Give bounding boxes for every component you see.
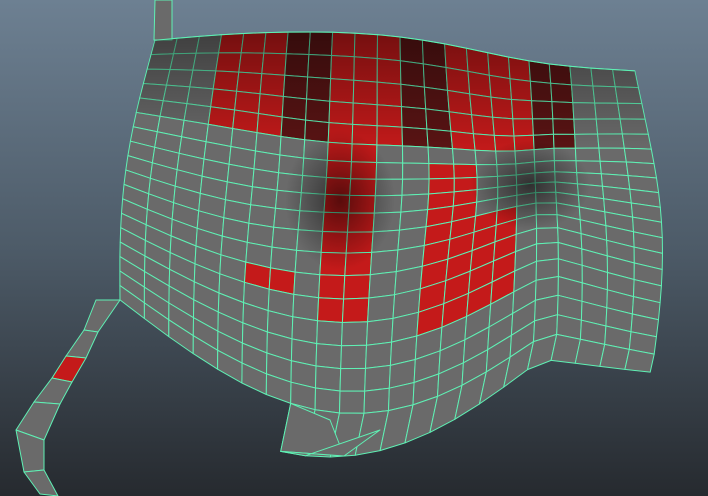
mesh-face [402, 145, 430, 164]
apron-face [574, 338, 606, 367]
mesh-border-edge [265, 31, 289, 34]
viewport-canvas[interactable] [0, 0, 708, 496]
mesh-face [293, 271, 321, 299]
mesh-face [343, 274, 371, 300]
mesh-face [317, 297, 345, 323]
mesh-face [340, 344, 367, 370]
mesh-face [339, 367, 366, 392]
mesh-face [428, 177, 455, 195]
mesh-face [599, 160, 629, 177]
mesh-face [536, 242, 559, 262]
apron-face [624, 348, 655, 373]
mesh-face [427, 146, 455, 165]
mesh-face [401, 178, 430, 196]
mesh-face [365, 341, 393, 369]
mesh-face [341, 321, 369, 347]
top-strip-face [153, 0, 173, 41]
hole-shading-left [285, 130, 395, 270]
mesh-face [292, 293, 320, 322]
mesh-face [623, 147, 655, 165]
3d-viewport[interactable] [0, 0, 708, 496]
mesh-face [316, 320, 343, 347]
mesh-face [339, 390, 366, 414]
mesh-face [315, 343, 342, 370]
mesh-face [314, 387, 341, 414]
mesh-face [368, 271, 397, 299]
mesh-face [598, 147, 627, 163]
hole-shading-right [470, 140, 590, 230]
mesh-face [341, 297, 370, 323]
mesh-face [400, 193, 430, 213]
mesh-face [363, 387, 390, 414]
mesh-face [366, 317, 394, 346]
mesh-face [367, 294, 396, 323]
mesh-face [315, 365, 342, 392]
apron-face [599, 343, 630, 370]
mesh-face [428, 163, 455, 180]
mesh-face [452, 148, 477, 166]
mesh-face [364, 364, 391, 392]
mesh-face [402, 162, 430, 180]
mesh-face [536, 227, 559, 245]
mesh-face [318, 274, 346, 300]
